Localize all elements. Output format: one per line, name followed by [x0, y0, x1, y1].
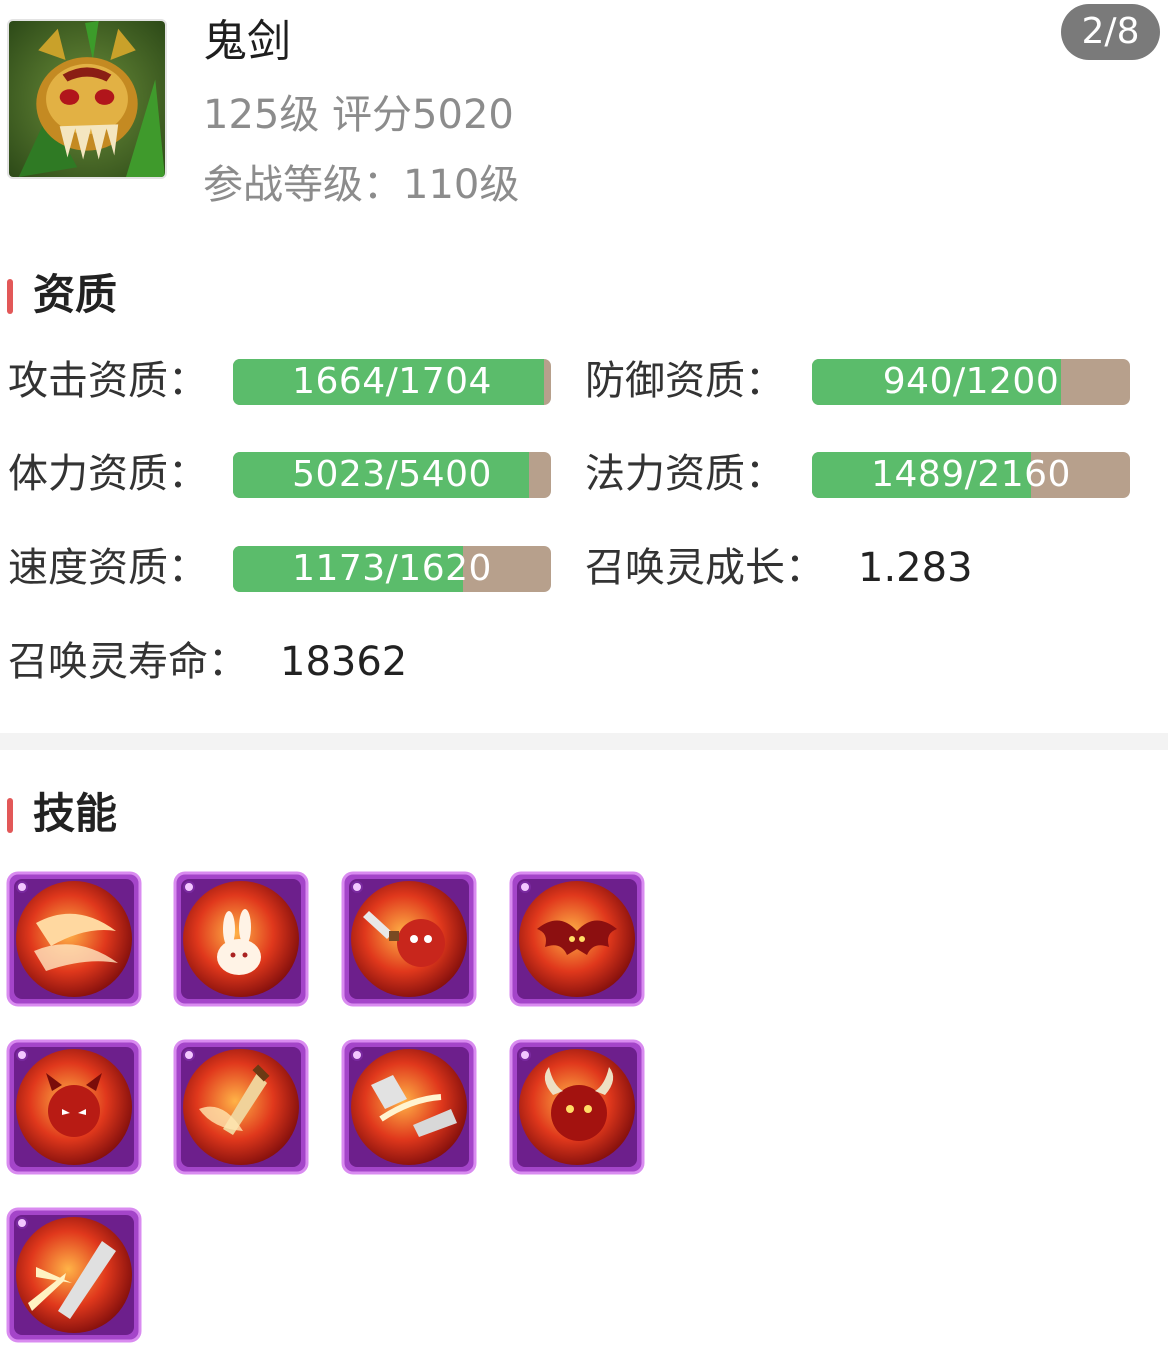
mana-aptitude-value: 1489/2160 [871, 454, 1071, 495]
section-divider [0, 733, 1168, 750]
fire-rabbit-skill-icon [173, 871, 309, 1007]
fire-slash-skill-icon [6, 871, 142, 1007]
section-accent-bar [7, 798, 13, 833]
pet-level-score: 125级 评分5020 [203, 92, 514, 138]
speed-aptitude-bar: 1173/1620 [233, 546, 551, 592]
mana-aptitude-label: 法力资质： [585, 451, 785, 497]
mana-aptitude-bar: 1489/2160 [812, 452, 1130, 498]
demon-dagger-skill-icon [341, 871, 477, 1007]
skill-slot[interactable] [509, 1039, 645, 1175]
flaming-sword-skill-icon [173, 1039, 309, 1175]
lifespan-label: 召唤灵寿命： [8, 639, 248, 685]
skill-slot[interactable] [173, 871, 309, 1007]
speed-aptitude-label: 速度资质： [8, 545, 208, 591]
skill-slot[interactable] [6, 1039, 142, 1175]
skill-slot[interactable] [341, 871, 477, 1007]
skill-slot[interactable] [6, 1207, 142, 1343]
fire-demon-skill-icon [6, 1039, 142, 1175]
horned-demon-skill-icon [509, 1039, 645, 1175]
growth-label: 召唤灵成长： [585, 545, 825, 591]
lifespan-value: 18362 [280, 639, 408, 685]
skills-section-title: 技能 [33, 789, 118, 838]
attack-aptitude-value: 1664/1704 [292, 361, 492, 402]
pet-name: 鬼剑 [203, 16, 291, 67]
defense-aptitude-bar: 940/1200 [812, 359, 1130, 405]
speed-aptitude-value: 1173/1620 [292, 548, 492, 589]
growth-value: 1.283 [858, 545, 973, 591]
stamina-aptitude-label: 体力资质： [8, 451, 208, 497]
sword-strike-skill-icon [341, 1039, 477, 1175]
pet-avatar[interactable] [7, 19, 167, 179]
skill-slot[interactable] [6, 871, 142, 1007]
section-accent-bar [7, 279, 13, 314]
fire-bat-skill-icon [509, 871, 645, 1007]
attack-aptitude-bar: 1664/1704 [233, 359, 551, 405]
skill-slot[interactable] [341, 1039, 477, 1175]
page-indicator-badge: 2/8 [1061, 4, 1160, 60]
blade-burst-skill-icon [6, 1207, 142, 1343]
attack-aptitude-label: 攻击资质： [8, 358, 208, 404]
skill-slot[interactable] [509, 871, 645, 1007]
stamina-aptitude-bar: 5023/5400 [233, 452, 551, 498]
aptitude-section-title: 资质 [33, 270, 118, 319]
stamina-aptitude-value: 5023/5400 [292, 454, 492, 495]
ghost-sword-portrait-icon [9, 21, 165, 177]
skill-slot[interactable] [173, 1039, 309, 1175]
defense-aptitude-label: 防御资质： [585, 358, 785, 404]
defense-aptitude-value: 940/1200 [882, 361, 1060, 402]
pet-battle-level: 参战等级：110级 [203, 162, 520, 208]
